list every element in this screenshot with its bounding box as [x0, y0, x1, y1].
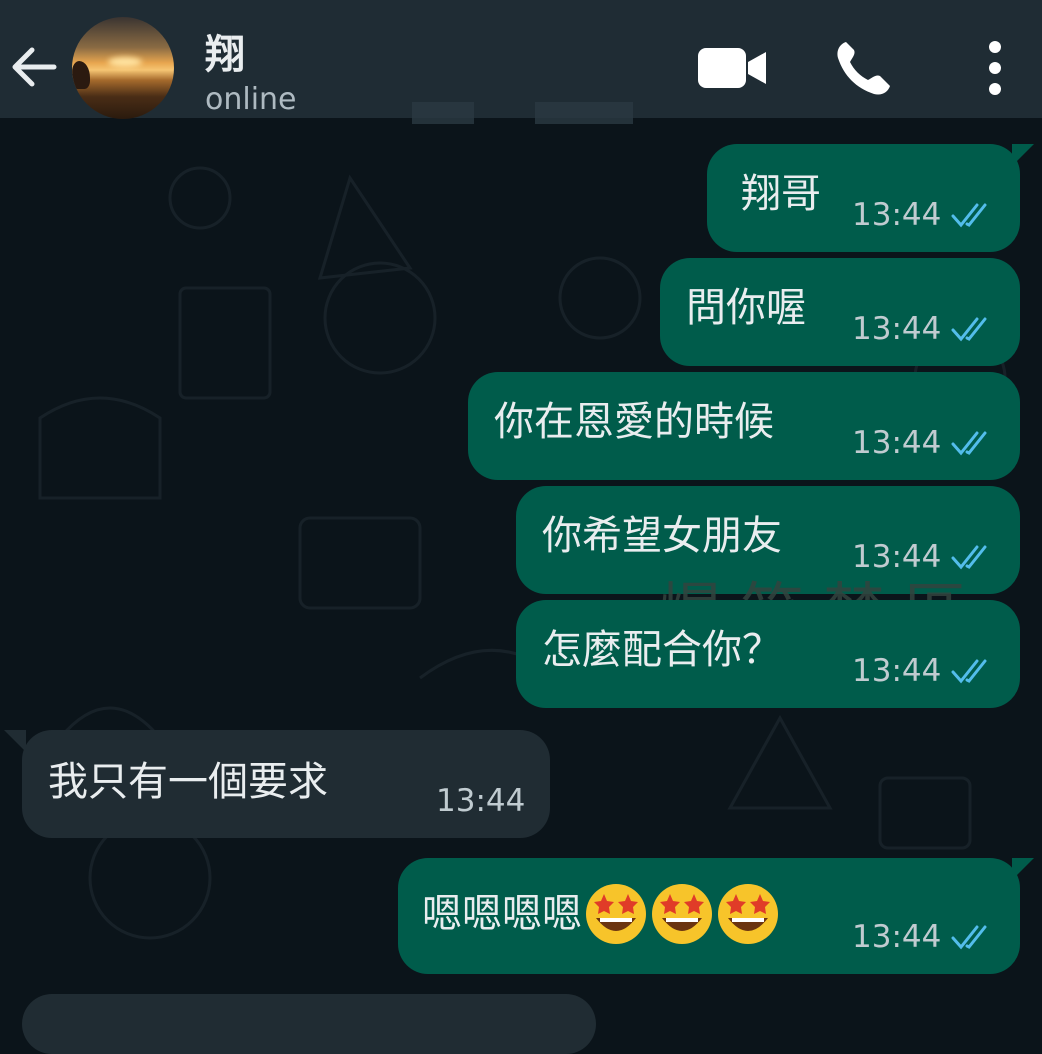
read-receipt-icon: [951, 431, 987, 456]
message-time: 13:44: [852, 919, 942, 955]
message-text: 問你喔: [686, 285, 806, 331]
message-time: 13:44: [852, 653, 942, 689]
avatar[interactable]: [72, 17, 174, 119]
read-receipt-icon: [951, 659, 987, 684]
avatar-rock: [72, 61, 90, 89]
contact-status: online: [205, 82, 297, 117]
message-outgoing[interactable]: 怎麼配合你？ 13:44: [516, 600, 1020, 708]
message-text: 你希望女朋友: [542, 513, 782, 559]
message-incoming[interactable]: 我只有一個要求 13:44: [22, 730, 550, 838]
arrow-left-icon[interactable]: [8, 44, 58, 90]
message-text: 你在恩愛的時候: [494, 399, 774, 445]
star-struck-emoji: [652, 884, 712, 944]
message-text-content: 嗯嗯嗯嗯: [422, 891, 582, 937]
message-time: 13:44: [436, 783, 526, 819]
contact-name[interactable]: 翔: [205, 22, 245, 80]
bubble-tail: [1012, 858, 1034, 880]
read-receipt-icon: [951, 203, 987, 228]
avatar-sun: [108, 57, 142, 67]
message-outgoing[interactable]: 問你喔 13:44: [660, 258, 1020, 366]
message-outgoing[interactable]: 翔哥 13:44: [707, 144, 1020, 252]
message-text: 怎麼配合你？: [542, 627, 782, 673]
message-time: 13:44: [852, 425, 942, 461]
message-text: 我只有一個要求: [48, 759, 328, 805]
video-camera-icon[interactable]: [696, 46, 768, 90]
message-outgoing[interactable]: 你在恩愛的時候 13:44: [468, 372, 1020, 480]
phone-icon[interactable]: [834, 38, 894, 96]
star-struck-emoji: [586, 884, 646, 944]
star-struck-emoji: [718, 884, 778, 944]
more-vertical-icon[interactable]: [984, 40, 1006, 96]
message-outgoing[interactable]: 嗯嗯嗯嗯 13:44: [398, 858, 1020, 974]
bubble-tail: [4, 730, 26, 752]
redacted-area: [535, 102, 633, 124]
message-text: 翔哥: [741, 171, 821, 217]
message-time: 13:44: [852, 197, 942, 233]
read-receipt-icon: [951, 317, 987, 342]
message-incoming[interactable]: [22, 994, 596, 1054]
read-receipt-icon: [951, 925, 987, 950]
bubble-tail: [1012, 144, 1034, 166]
chat-header: 翔 online: [0, 0, 1042, 124]
message-time: 13:44: [852, 311, 942, 347]
message-text: 嗯嗯嗯嗯: [422, 882, 780, 946]
redacted-area: [412, 102, 474, 124]
